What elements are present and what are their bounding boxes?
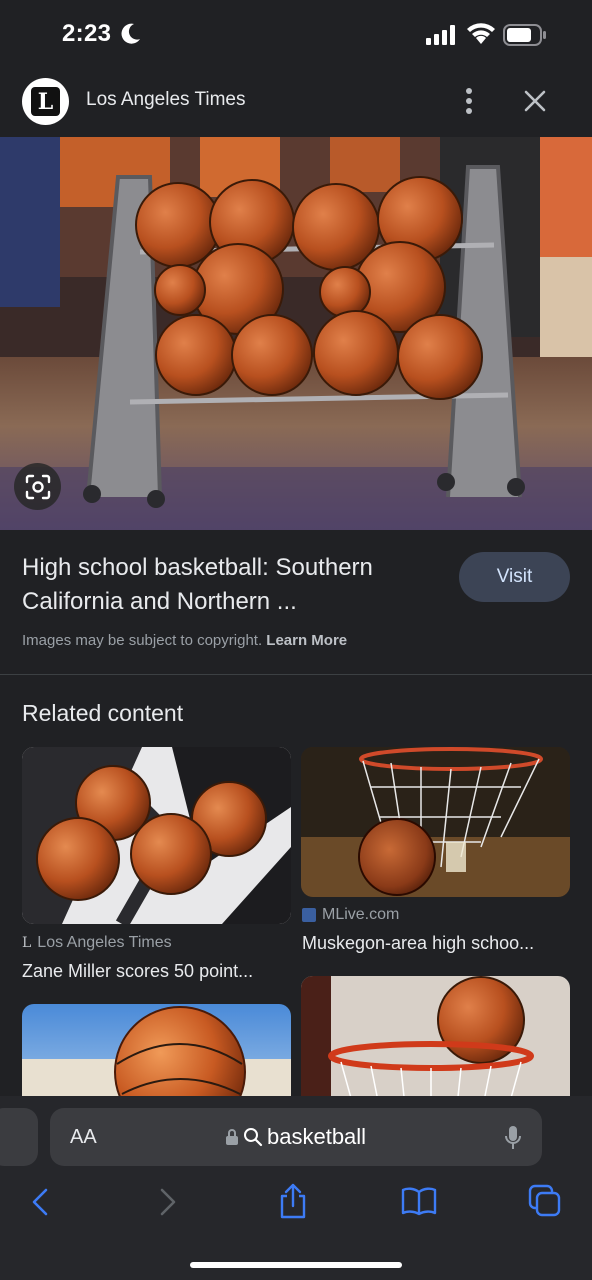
forward-icon[interactable] (156, 1186, 180, 1218)
card-source: MLive.com (302, 906, 399, 924)
copyright-text: Images may be subject to copyright. (22, 632, 263, 649)
learn-more-link[interactable]: Learn More (266, 632, 347, 649)
card-source: L Los Angeles Times (22, 934, 172, 952)
search-icon (244, 1128, 263, 1147)
lock-icon (226, 1129, 238, 1145)
result-header: L Los Angeles Times (0, 70, 592, 136)
google-lens-button[interactable] (14, 463, 61, 510)
source-logo[interactable]: L (22, 78, 69, 125)
reader-settings-button[interactable]: AA (70, 1126, 97, 1149)
address-query: basketball (267, 1124, 367, 1149)
card-source-name: MLive.com (322, 906, 400, 923)
previous-tab[interactable] (0, 1108, 38, 1166)
bookmarks-icon[interactable] (401, 1186, 437, 1216)
share-icon[interactable] (278, 1182, 308, 1220)
battery-icon (503, 24, 546, 46)
wifi-icon (467, 23, 495, 44)
back-icon[interactable] (28, 1186, 52, 1218)
copyright-notice: Images may be subject to copyright. Lear… (22, 632, 347, 649)
aa-label: AA (70, 1126, 97, 1148)
basketball-net-image (301, 747, 570, 897)
close-icon[interactable] (520, 86, 550, 116)
source-logo-letter: L (31, 87, 60, 116)
address-bar[interactable]: AA basketball (50, 1108, 542, 1166)
source-name[interactable]: Los Angeles Times (86, 89, 245, 111)
ball-in-hoop-image (301, 976, 570, 1116)
tabs-icon[interactable] (528, 1184, 562, 1218)
lat-logo-icon: L (22, 935, 32, 951)
basketball-rack-image (0, 137, 592, 530)
related-card-image[interactable] (22, 747, 291, 924)
card-title[interactable]: Zane Miller scores 50 point... (22, 961, 291, 982)
divider (0, 674, 592, 675)
cellular-signal-icon (426, 25, 455, 45)
lens-icon (25, 474, 50, 499)
microphone-icon[interactable] (503, 1124, 523, 1152)
hero-image[interactable] (0, 137, 592, 530)
basketballs-image (22, 747, 291, 924)
card-title[interactable]: Muskegon-area high schoo... (302, 933, 570, 954)
related-card-image[interactable] (301, 976, 570, 1116)
card-source-name: Los Angeles Times (37, 934, 172, 951)
status-time: 2:23 (62, 20, 112, 47)
more-options-icon[interactable] (455, 84, 483, 118)
result-title[interactable]: High school basketball: Southern Califor… (22, 551, 442, 619)
related-content-heading: Related content (22, 700, 184, 726)
home-indicator (190, 1262, 402, 1268)
visit-button[interactable]: Visit (459, 552, 570, 602)
browser-toolbar: AA basketball (0, 1096, 592, 1280)
related-card-image[interactable] (301, 747, 570, 897)
address-field[interactable]: basketball (225, 1124, 366, 1150)
mlive-logo-icon (302, 908, 316, 922)
moon-icon (121, 23, 140, 44)
status-bar: 2:23 (0, 0, 592, 70)
